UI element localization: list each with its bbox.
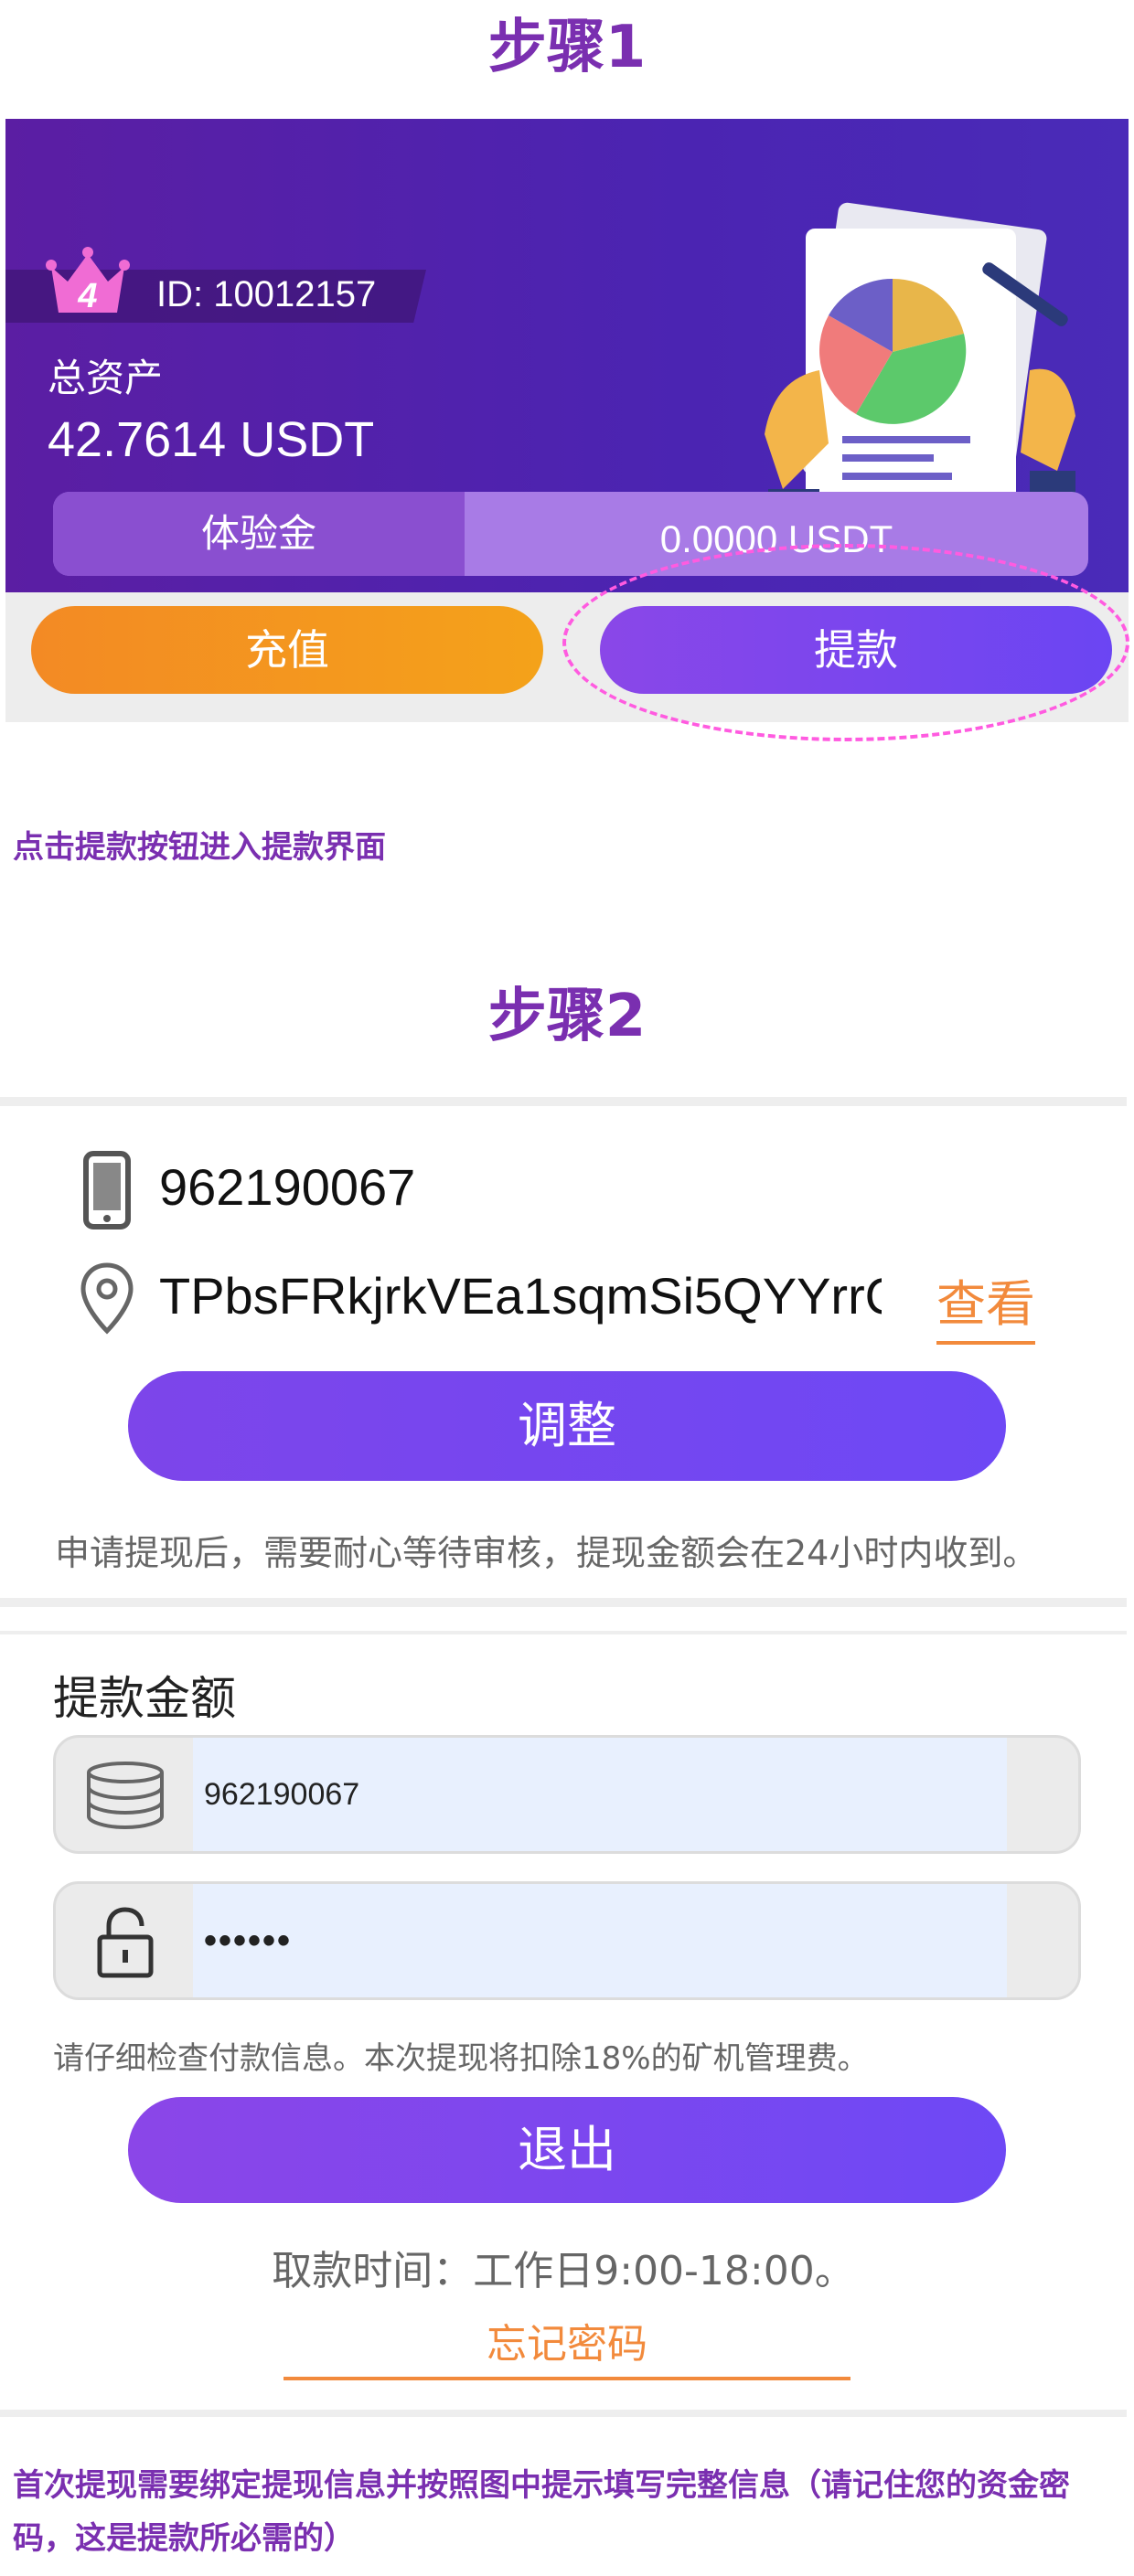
- trial-funds-label: 体验金: [53, 492, 465, 576]
- exit-button[interactable]: 退出: [128, 2097, 1006, 2203]
- step1-hint: 点击提款按钮进入提款界面: [13, 829, 386, 866]
- crown-icon: 4: [46, 247, 130, 315]
- password-field[interactable]: ••••••: [53, 1881, 1081, 2000]
- review-notice: 申请提现后，需要耐心等待审核，提现金额会在24小时内收到。: [55, 1533, 1038, 1573]
- amount-field[interactable]: 962190067: [53, 1735, 1081, 1854]
- account-header: 4 ID: 10012157 总资产 42.7614 USDT 体验金 0.00…: [5, 119, 1129, 592]
- vip-level: 4: [77, 277, 97, 315]
- total-assets-value: 42.7614 USDT: [48, 412, 375, 467]
- phone-number: 962190067: [159, 1158, 416, 1216]
- adjust-button[interactable]: 调整: [128, 1371, 1006, 1481]
- password-field-fill: [193, 1884, 1007, 1997]
- step1-title: 步骤1: [487, 14, 647, 81]
- amount-label: 提款金额: [53, 1672, 236, 1725]
- withdraw-highlight-ring: [562, 544, 1129, 741]
- user-id: ID: 10012157: [156, 274, 377, 314]
- total-assets-label: 总资产: [48, 356, 164, 400]
- step2-title: 步骤2: [487, 983, 647, 1050]
- wallet-address: TPbsFRkjrkVEa1sqmSi5QYYrrQ...: [159, 1267, 882, 1325]
- step2-hint: 首次提现需要绑定提现信息并按照图中提示填写完整信息（请记住您的资金密码，这是提款…: [13, 2467, 1070, 2557]
- phone-icon: [83, 1151, 131, 1229]
- work-time: 取款时间：工作日9:00-18:00。: [272, 2248, 855, 2294]
- forgot-password-link[interactable]: 忘记密码: [284, 2311, 850, 2380]
- recharge-button[interactable]: 充值: [31, 606, 543, 694]
- location-pin-icon: [80, 1262, 134, 1335]
- coin-stack-icon: [87, 1762, 164, 1830]
- lock-icon: [97, 1907, 154, 1978]
- view-address-link[interactable]: 查看: [936, 1263, 1035, 1345]
- withdraw-form-card: 提款金额 962190067 •••••• 请仔细检查付款信息。本次提现将扣除1…: [0, 1631, 1127, 2417]
- amount-input[interactable]: 962190067: [193, 1738, 359, 1851]
- withdraw-info-card: 962190067 TPbsFRkjrkVEa1sqmSi5QYYrrQ... …: [0, 1097, 1127, 1607]
- password-input[interactable]: ••••••: [193, 1884, 292, 1997]
- fee-notice: 请仔细检查付款信息。本次提现将扣除18%的矿机管理费。: [53, 2040, 869, 2077]
